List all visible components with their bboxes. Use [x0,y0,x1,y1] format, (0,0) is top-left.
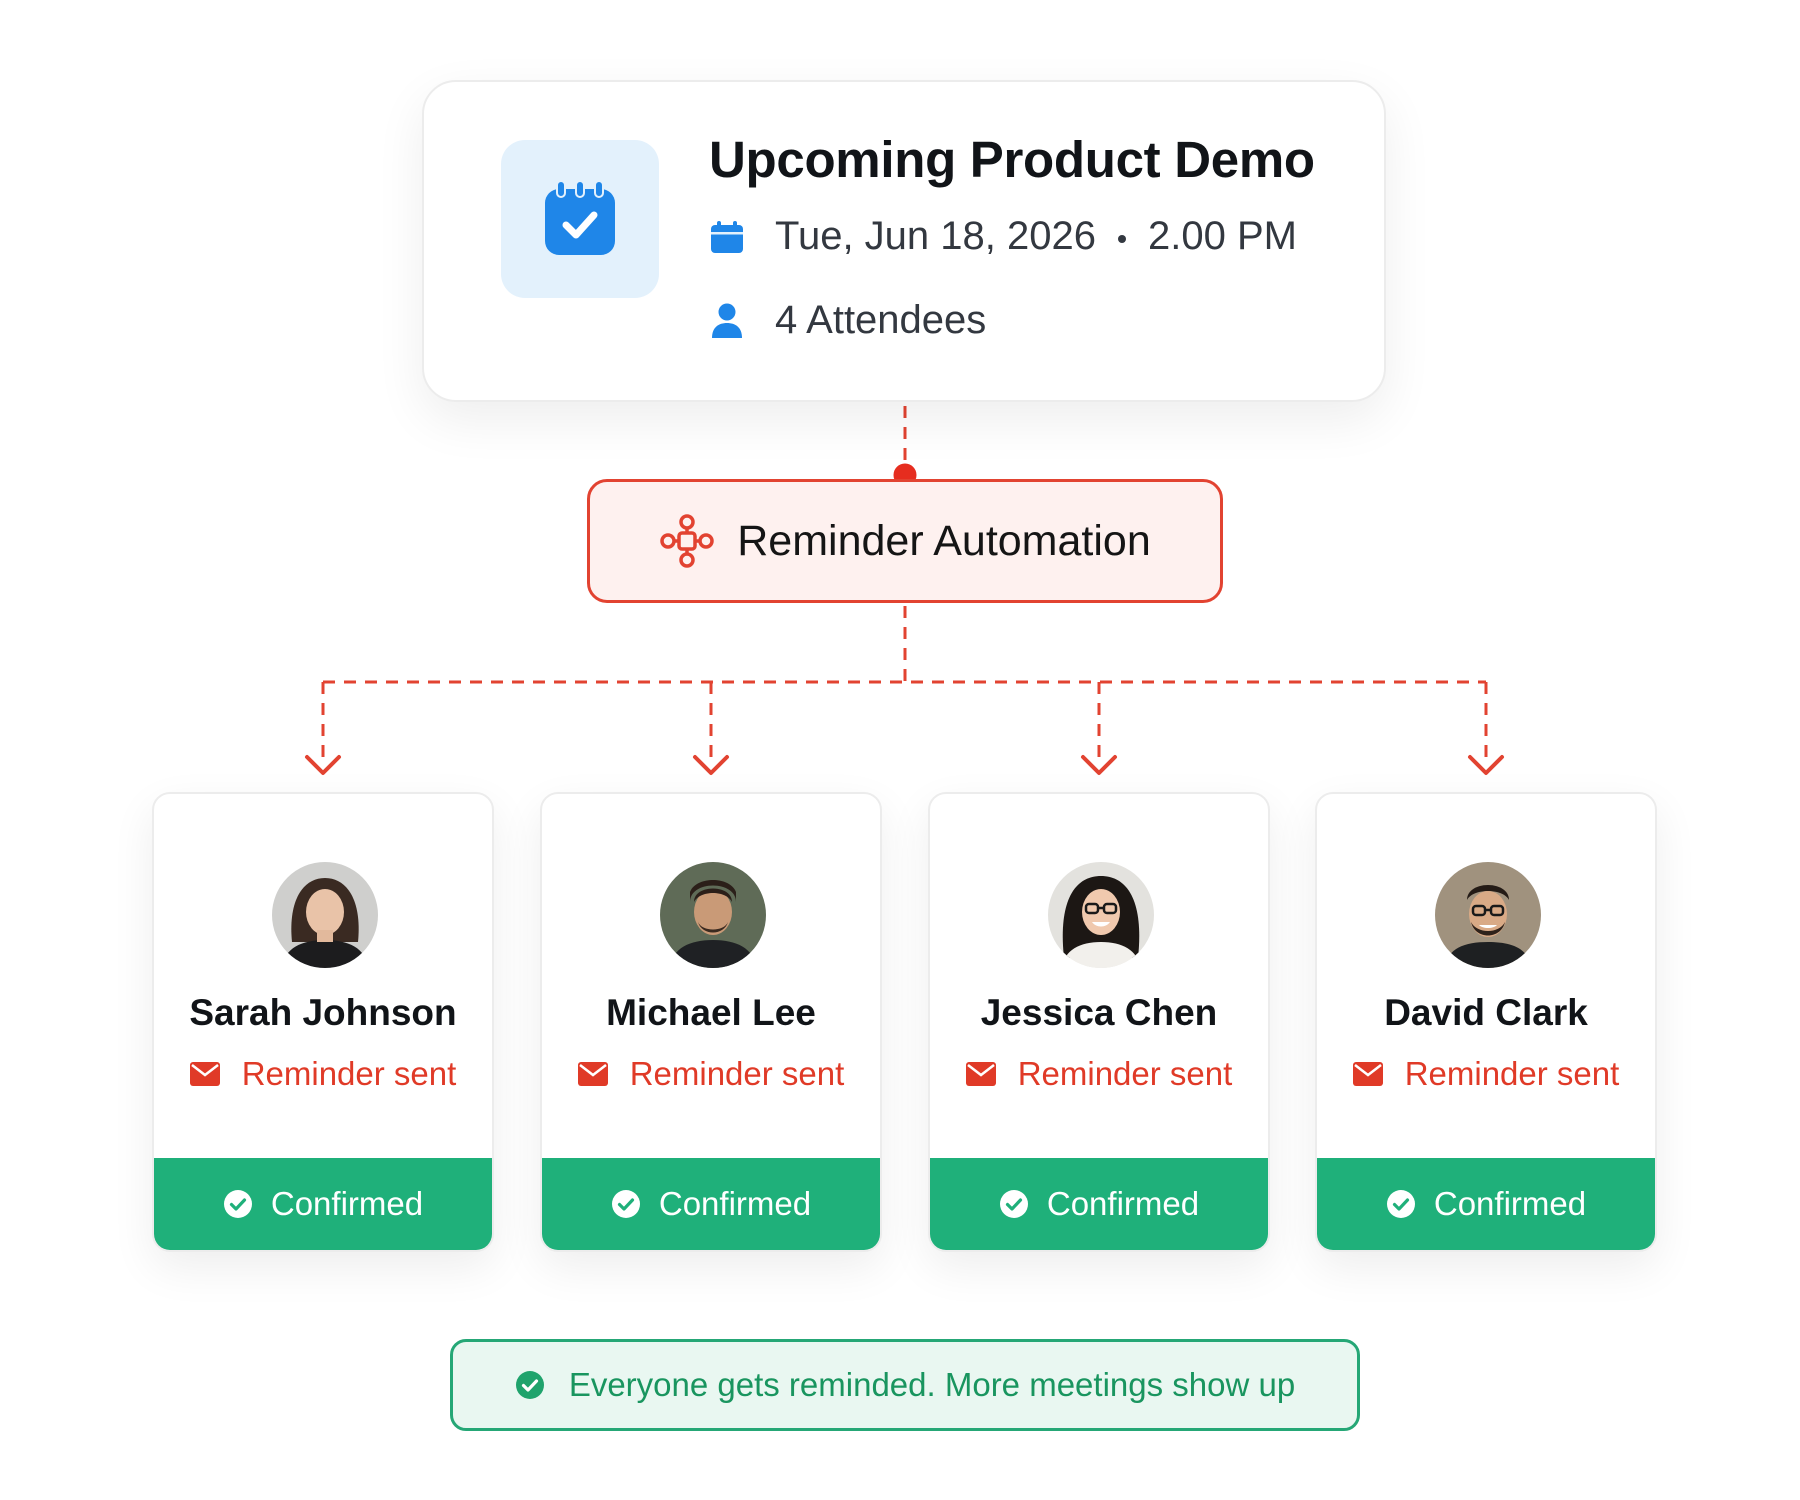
confirmed-text: Confirmed [1433,1185,1587,1222]
avatar [660,862,766,968]
check-circle-icon [1386,1189,1416,1219]
mail-icon [965,1062,996,1086]
summary-banner: Everyone gets reminded. More meetings sh… [450,1339,1360,1431]
event-date: Tue, Jun 18, 2026 [775,214,1096,258]
arrow-down-icon [1468,755,1504,775]
calendar-icon [709,219,745,255]
attendee-name: Jessica Chen [980,992,1218,1033]
attendee-name: Michael Lee [606,992,816,1033]
event-title: Upcoming Product Demo [709,131,1315,188]
workflow-icon [659,513,715,569]
attendee-name: Sarah Johnson [189,992,457,1033]
attendee-card[interactable]: David Clark Reminder sent Confirmed [1315,792,1657,1252]
reminder-status-text: Reminder sent [241,1055,457,1092]
banner-text: Everyone gets reminded. More meetings sh… [568,1366,1296,1403]
reminder-status: Reminder sent [930,1055,1268,1093]
mail-icon [577,1062,608,1086]
attendee-card[interactable]: Jessica Chen Reminder sent Confirmed [928,792,1270,1252]
reminder-status-text: Reminder sent [629,1055,845,1092]
calendar-check-icon [501,140,659,298]
automation-label: Reminder Automation [737,516,1151,565]
reminder-automation-node[interactable]: Reminder Automation [587,479,1223,603]
event-attendees: 4 Attendees [709,298,986,343]
check-circle-icon [515,1370,545,1400]
event-card: Upcoming Product Demo Tue, Jun 18, 2026 … [422,80,1386,402]
reminder-status: Reminder sent [154,1055,492,1093]
confirmed-text: Confirmed [1046,1185,1200,1222]
avatar [272,862,378,968]
arrow-down-icon [1081,755,1117,775]
reminder-status: Reminder sent [542,1055,880,1093]
mail-icon [189,1062,220,1086]
attendee-card[interactable]: Sarah Johnson Reminder sent Confirmed [152,792,494,1252]
confirmed-bar: Confirmed [930,1158,1268,1250]
avatar [1435,862,1541,968]
attendees-count: 4 Attendees [775,298,987,342]
check-circle-icon [223,1189,253,1219]
mail-icon [1352,1062,1383,1086]
reminder-status-text: Reminder sent [1404,1055,1620,1092]
separator-dot [1117,234,1126,243]
attendee-card[interactable]: Michael Lee Reminder sent Confirmed [540,792,882,1252]
reminder-status: Reminder sent [1317,1055,1655,1093]
arrow-down-icon [693,755,729,775]
event-datetime: Tue, Jun 18, 2026 2.00 PM [709,214,1297,259]
person-icon [709,303,745,339]
confirmed-text: Confirmed [270,1185,424,1222]
confirmed-bar: Confirmed [154,1158,492,1250]
attendee-name: David Clark [1384,992,1588,1033]
event-time: 2.00 PM [1147,214,1297,258]
check-circle-icon [611,1189,641,1219]
check-circle-icon [999,1189,1029,1219]
confirmed-bar: Confirmed [542,1158,880,1250]
avatar [1048,862,1154,968]
confirmed-text: Confirmed [658,1185,812,1222]
confirmed-bar: Confirmed [1317,1158,1655,1250]
reminder-status-text: Reminder sent [1017,1055,1233,1092]
arrow-down-icon [305,755,341,775]
